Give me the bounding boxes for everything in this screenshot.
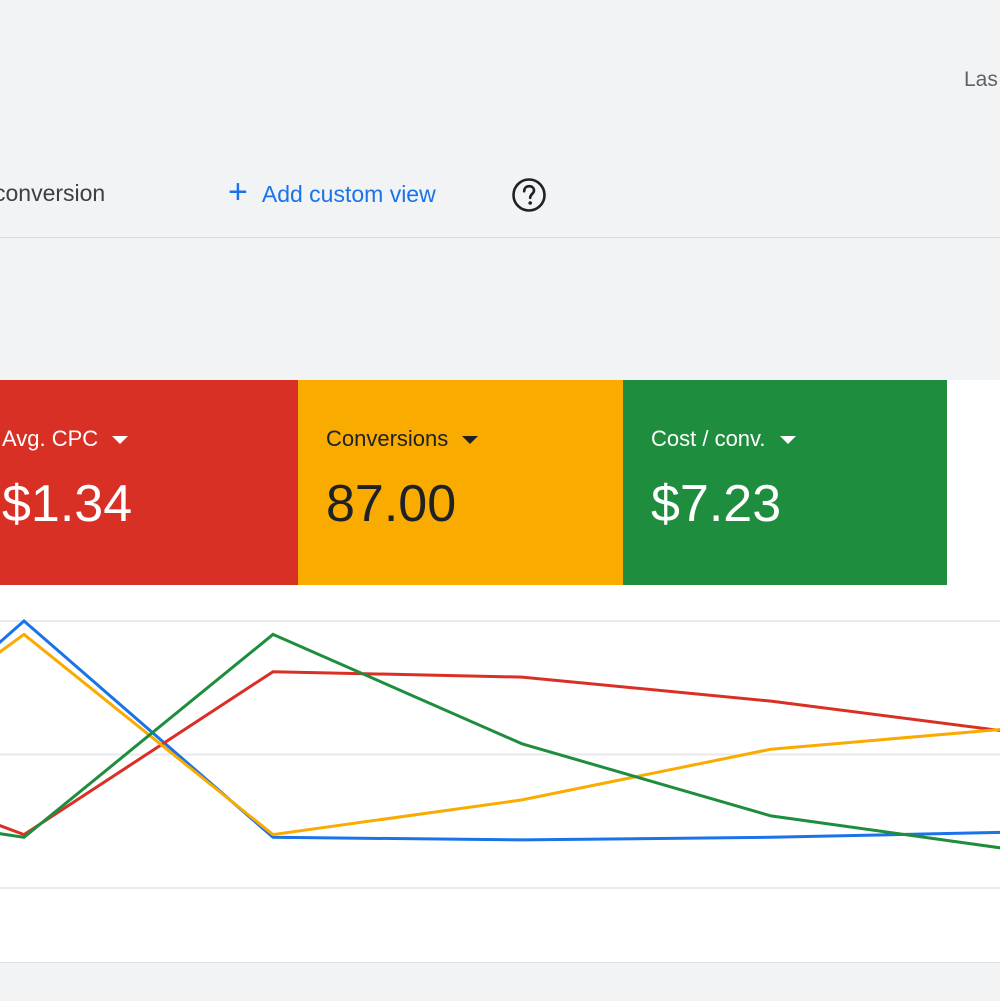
metric-label-row[interactable]: Conversions [326, 426, 479, 452]
metric-value: $7.23 [651, 475, 782, 533]
add-custom-view-label: Add custom view [261, 180, 436, 207]
date-range-label[interactable]: Las [964, 68, 998, 92]
plus-icon: + [228, 173, 248, 211]
view-switcher-row: conversion + Add custom view [0, 170, 1000, 220]
chart-series-line-0 [0, 619, 1000, 842]
help-icon[interactable] [510, 176, 548, 214]
metric-card-avg-cpc[interactable]: Avg. CPC $1.34 [0, 380, 298, 585]
metric-label-row[interactable]: Cost / conv. [651, 426, 796, 452]
metric-label: Cost / conv. [651, 426, 766, 451]
bottom-strip [0, 962, 1000, 1001]
metric-cards: Avg. CPC $1.34 Conversions 87.00 Cost / … [0, 380, 947, 585]
metric-value: $1.34 [2, 475, 133, 533]
metric-card-cost-per-conv[interactable]: Cost / conv. $7.23 [623, 380, 947, 585]
metric-label: Conversions [326, 426, 449, 451]
add-custom-view-button[interactable]: + Add custom view [228, 173, 436, 212]
dropdown-caret-icon [462, 436, 479, 444]
metric-label: Avg. CPC [2, 426, 99, 451]
chart-gridlines [0, 620, 1000, 889]
metric-card-conversions[interactable]: Conversions 87.00 [298, 380, 623, 585]
performance-card: Avg. CPC $1.34 Conversions 87.00 Cost / … [0, 380, 1000, 962]
view-conversion-tab[interactable]: conversion [0, 180, 105, 207]
dropdown-caret-icon [779, 436, 796, 444]
chart-series [0, 619, 1000, 850]
performance-line-chart [0, 619, 1000, 889]
metric-value: 87.00 [326, 475, 457, 533]
header-divider [0, 237, 1000, 238]
chart-series-line-1 [0, 670, 1000, 837]
metric-label-row[interactable]: Avg. CPC [2, 426, 129, 452]
dropdown-caret-icon [112, 436, 129, 444]
